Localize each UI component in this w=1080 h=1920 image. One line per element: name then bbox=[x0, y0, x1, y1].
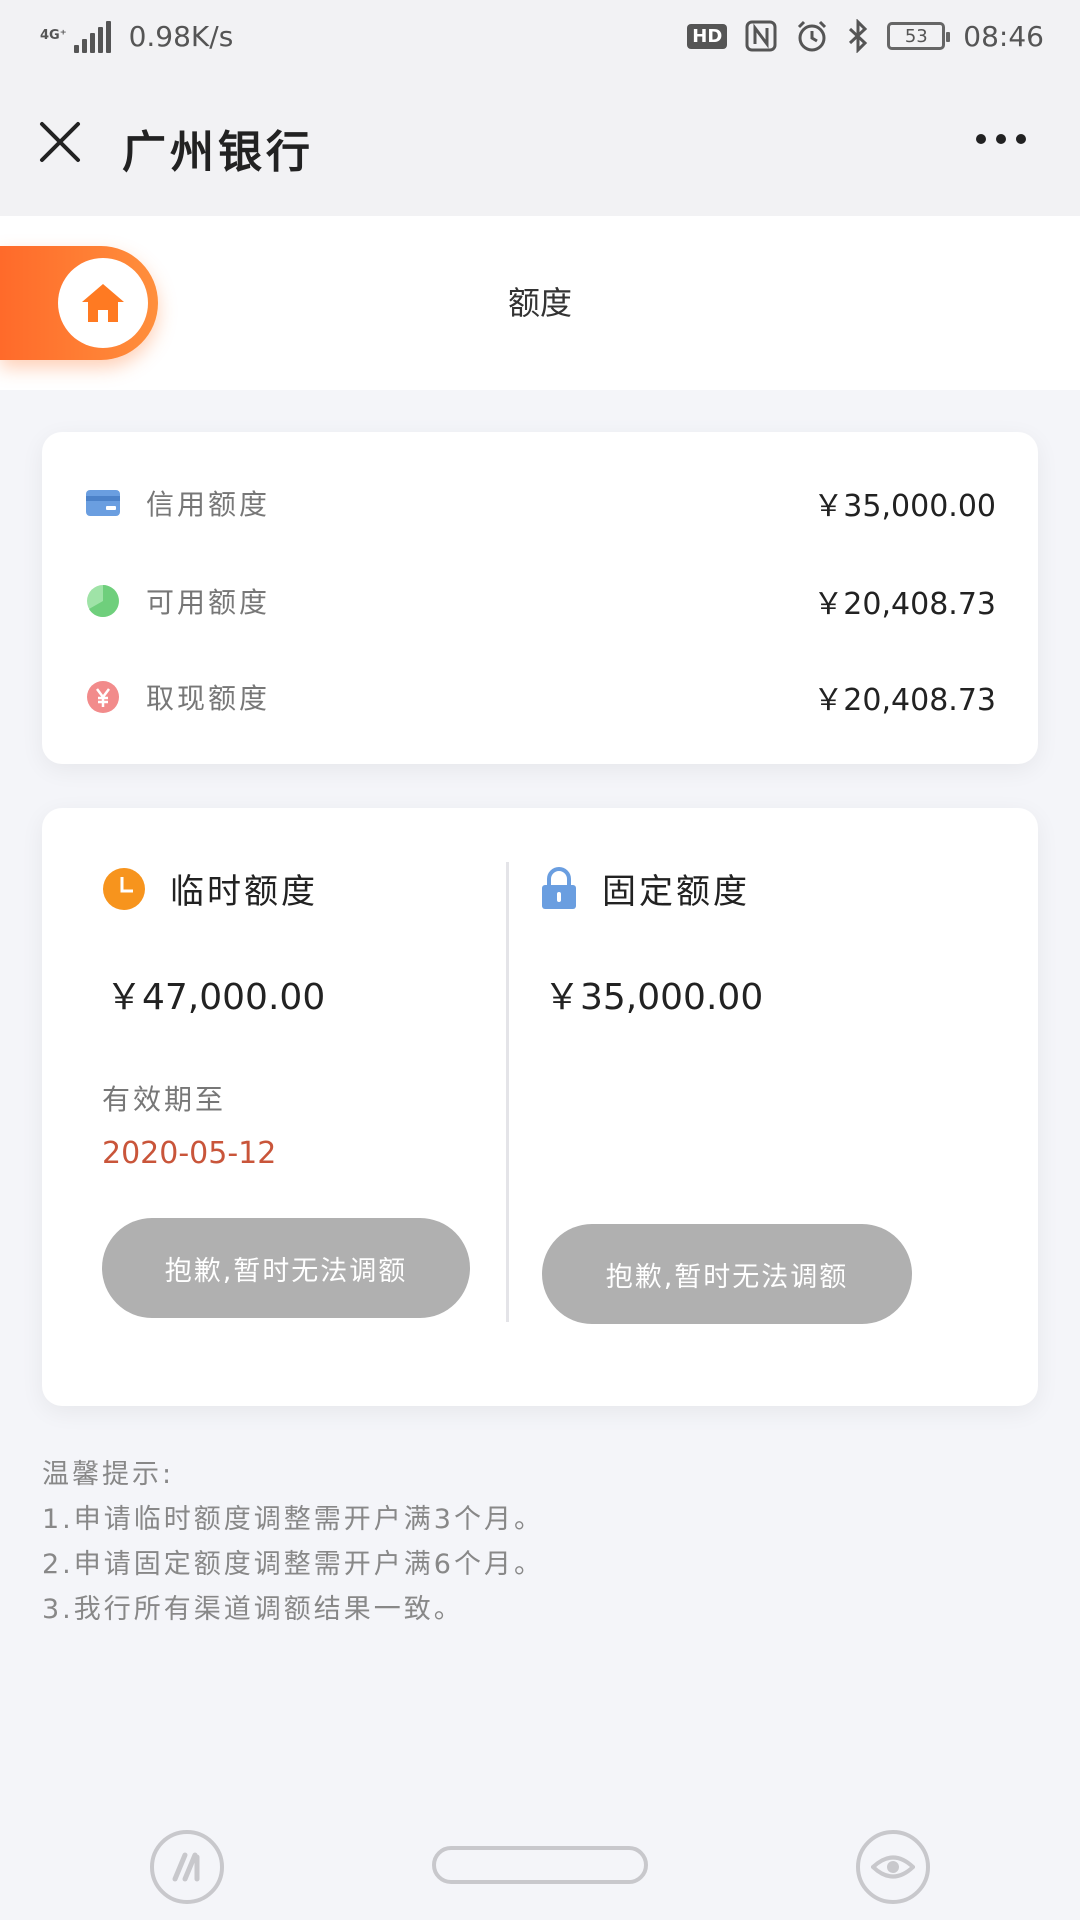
limit-label: 可用额度 bbox=[146, 586, 271, 619]
temporary-adjust-button[interactable]: 抱歉,暂时无法调额 bbox=[102, 1218, 470, 1318]
fixed-limit-title: 固定额度 bbox=[602, 872, 750, 912]
app-switch-icon bbox=[172, 1852, 200, 1882]
more-dot-icon bbox=[1016, 134, 1026, 144]
temporary-limit-header: 临时额度 bbox=[102, 864, 318, 913]
tip-item: 2.申请固定额度调整需开户满6个月。 bbox=[42, 1549, 544, 1580]
hd-badge: HD bbox=[687, 23, 728, 49]
nav-bar: 广州银行 bbox=[0, 72, 1080, 216]
adjust-card: 临时额度 ￥47,000.00 有效期至 2020-05-12 抱歉,暂时无法调… bbox=[42, 808, 1038, 1406]
valid-until-label: 有效期至 bbox=[102, 1083, 227, 1116]
alarm-icon bbox=[798, 20, 827, 52]
pie-icon bbox=[86, 584, 120, 618]
credit-card-icon bbox=[86, 486, 120, 520]
clock-icon bbox=[103, 867, 145, 910]
more-dot-icon bbox=[976, 134, 986, 144]
limit-value: ￥35,000.00 bbox=[813, 489, 996, 524]
lock-icon bbox=[542, 866, 576, 909]
fixed-adjust-button[interactable]: 抱歉,暂时无法调额 bbox=[542, 1224, 912, 1324]
system-nav-bar bbox=[0, 1820, 1080, 1920]
close-icon bbox=[40, 122, 80, 162]
eye-button[interactable] bbox=[856, 1830, 930, 1904]
nfc-icon bbox=[745, 20, 777, 52]
status-right: HD 53 08:46 bbox=[687, 19, 1044, 53]
temporary-limit-title: 临时额度 bbox=[170, 872, 318, 912]
limit-row-cash[interactable]: 取现额度 ￥20,408.73 bbox=[86, 672, 996, 722]
status-bar: 4G⁺ 0.98K/s HD 53 08:46 bbox=[0, 0, 1080, 72]
close-button[interactable] bbox=[36, 118, 84, 166]
limit-value: ￥20,408.73 bbox=[813, 683, 996, 718]
tips-heading: 温馨提示: bbox=[42, 1459, 175, 1490]
app-title: 广州银行 bbox=[122, 127, 314, 178]
home-gesture-bar[interactable] bbox=[432, 1846, 648, 1884]
more-button[interactable] bbox=[976, 134, 1026, 144]
battery-level: 53 bbox=[904, 25, 928, 47]
temporary-limit-panel: 临时额度 ￥47,000.00 有效期至 2020-05-12 抱歉,暂时无法调… bbox=[102, 808, 482, 1406]
limit-label: 信用额度 bbox=[146, 488, 271, 521]
limits-card: 信用额度 ￥35,000.00 可用额度 ￥20,408.73 取现额度 ￥20… bbox=[42, 432, 1038, 764]
network-speed: 0.98K/s bbox=[128, 19, 234, 53]
column-divider bbox=[506, 862, 509, 1322]
fixed-limit-header: 固定额度 bbox=[540, 864, 750, 913]
tip-item: 3.我行所有渠道调额结果一致。 bbox=[42, 1594, 464, 1625]
limit-row-available[interactable]: 可用额度 ￥20,408.73 bbox=[86, 576, 996, 626]
tip-item: 1.申请临时额度调整需开户满3个月。 bbox=[42, 1504, 544, 1535]
status-left: 4G⁺ 0.98K/s bbox=[40, 19, 233, 53]
limit-label: 取现额度 bbox=[146, 682, 271, 715]
signal-icon: 4G⁺ bbox=[40, 19, 111, 53]
limit-value: ￥20,408.73 bbox=[813, 587, 996, 622]
network-type: 4G⁺ bbox=[40, 28, 67, 43]
eye-icon bbox=[871, 1855, 915, 1879]
clock: 08:46 bbox=[963, 19, 1044, 53]
temporary-limit-amount: ￥47,000.00 bbox=[106, 977, 326, 1018]
bluetooth-icon bbox=[849, 19, 868, 53]
recents-button[interactable] bbox=[150, 1830, 224, 1904]
yuan-icon bbox=[86, 680, 120, 714]
page-title: 额度 bbox=[507, 284, 572, 322]
fixed-limit-panel: 固定额度 ￥35,000.00 抱歉,暂时无法调额 bbox=[540, 808, 940, 1406]
battery-icon: 53 bbox=[887, 22, 951, 50]
more-dot-icon bbox=[996, 134, 1006, 144]
fixed-limit-amount: ￥35,000.00 bbox=[544, 977, 764, 1018]
valid-until-date: 2020-05-12 bbox=[102, 1136, 277, 1171]
tips-section: 温馨提示: 1.申请临时额度调整需开户满3个月。 2.申请固定额度调整需开户满6… bbox=[42, 1452, 1042, 1632]
page-header: 额度 bbox=[0, 216, 1080, 390]
limit-row-credit[interactable]: 信用额度 ￥35,000.00 bbox=[86, 478, 996, 528]
